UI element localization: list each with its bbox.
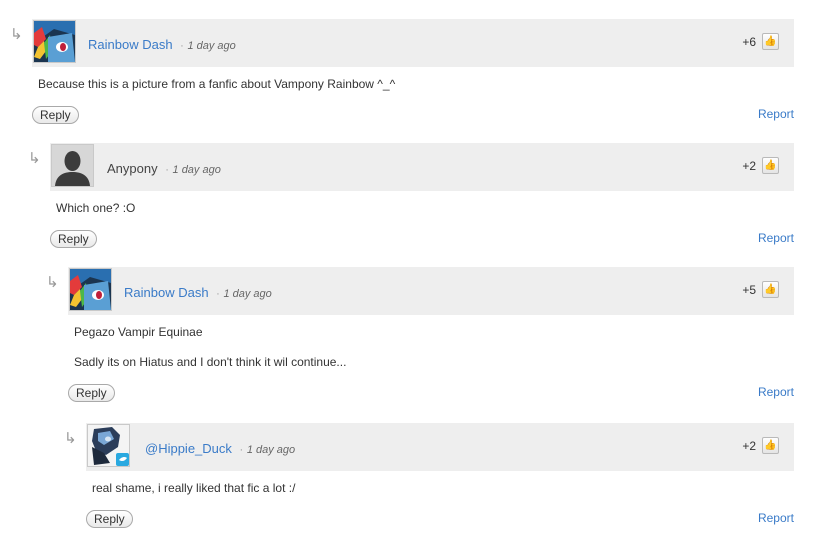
comment-text: Pegazo Vampir Equinae bbox=[74, 325, 203, 339]
reply-button[interactable]: Reply bbox=[50, 230, 97, 248]
comment-text: Which one? :O bbox=[56, 201, 136, 215]
comment-header: Anypony · 1 day ago +2 👍 bbox=[50, 143, 794, 191]
comment-text: real shame, i really liked that fic a lo… bbox=[92, 481, 296, 495]
rainbow-dash-avatar[interactable] bbox=[33, 20, 76, 63]
report-link[interactable]: Report bbox=[758, 107, 794, 121]
comment-body: Because this is a picture from a fanfic … bbox=[32, 77, 794, 91]
reply-arrow-icon: ↳ bbox=[46, 273, 59, 291]
comment-footer: Reply Report bbox=[50, 230, 794, 250]
comment-header: @Hippie_Duck · 1 day ago +2 👍 bbox=[86, 423, 794, 471]
comment-author: Rainbow Dash · 1 day ago bbox=[88, 37, 236, 52]
report-link[interactable]: Report bbox=[758, 385, 794, 399]
vote-score: +5 bbox=[742, 283, 756, 297]
comment-time: 1 day ago bbox=[246, 444, 296, 456]
reply-button[interactable]: Reply bbox=[86, 510, 133, 528]
separator: · bbox=[180, 40, 184, 52]
reply-arrow-icon: ↳ bbox=[28, 149, 41, 167]
rainbow-dash-avatar[interactable] bbox=[69, 268, 112, 311]
author-name-link[interactable]: Rainbow Dash bbox=[88, 37, 173, 52]
comment-author: @Hippie_Duck · 1 day ago bbox=[145, 441, 295, 456]
reply-arrow-icon: ↳ bbox=[64, 429, 77, 447]
vote-score: +2 bbox=[742, 439, 756, 453]
report-link[interactable]: Report bbox=[758, 511, 794, 525]
comment: ↳ Anypony · 1 day ago +2 👍 Which one? :O… bbox=[28, 143, 794, 250]
comment-time: 1 day ago bbox=[223, 288, 272, 300]
vote-score: +2 bbox=[742, 159, 756, 173]
separator: · bbox=[165, 164, 169, 176]
vote-score: +6 bbox=[742, 35, 756, 49]
comment-author: Rainbow Dash · 1 day ago bbox=[124, 285, 272, 300]
reply-button[interactable]: Reply bbox=[68, 384, 115, 402]
comment: ↳ Rainbow Dash · 1 day ago +5 👍 Pegazo V… bbox=[46, 267, 794, 404]
separator: · bbox=[216, 288, 220, 300]
comment-footer: Reply Report bbox=[68, 384, 794, 404]
report-link[interactable]: Report bbox=[758, 231, 794, 245]
author-name-link[interactable]: Rainbow Dash bbox=[124, 285, 209, 300]
comment-footer: Reply Report bbox=[32, 106, 794, 126]
comment-header: Rainbow Dash · 1 day ago +5 👍 bbox=[68, 267, 794, 315]
author-name-link[interactable]: @Hippie_Duck bbox=[145, 441, 232, 456]
comment-time: 1 day ago bbox=[187, 40, 236, 52]
comment-text: Sadly its on Hiatus and I don't think it… bbox=[74, 355, 347, 369]
comment-footer: Reply Report bbox=[86, 510, 794, 530]
comment-body: Pegazo Vampir Equinae Sadly its on Hiatu… bbox=[68, 325, 794, 369]
reply-button[interactable]: Reply bbox=[32, 106, 79, 124]
thumbs-up-icon[interactable]: 👍 bbox=[762, 33, 779, 50]
thumbs-up-icon[interactable]: 👍 bbox=[762, 437, 779, 454]
comment: ↳ @Hippie_Duck · 1 day ago +2 👍 real sha… bbox=[64, 423, 794, 530]
comment-header: Rainbow Dash · 1 day ago +6 👍 bbox=[32, 19, 794, 67]
twitter-pony-avatar[interactable] bbox=[87, 424, 130, 467]
comment-body: real shame, i really liked that fic a lo… bbox=[86, 481, 794, 495]
author-name: Anypony bbox=[107, 161, 158, 176]
thumbs-up-icon[interactable]: 👍 bbox=[762, 281, 779, 298]
reply-arrow-icon: ↳ bbox=[10, 25, 23, 43]
separator: · bbox=[239, 444, 244, 456]
comment: ↳ Rainbow Dash · 1 day ago +6 👍 Because … bbox=[10, 19, 794, 126]
comment-body: Which one? :O bbox=[50, 201, 794, 215]
comment-text: Because this is a picture from a fanfic … bbox=[38, 77, 396, 91]
default-silhouette-avatar[interactable] bbox=[51, 144, 94, 187]
thumbs-up-icon[interactable]: 👍 bbox=[762, 157, 779, 174]
comment-author: Anypony · 1 day ago bbox=[107, 161, 221, 176]
comment-time: 1 day ago bbox=[172, 164, 221, 176]
